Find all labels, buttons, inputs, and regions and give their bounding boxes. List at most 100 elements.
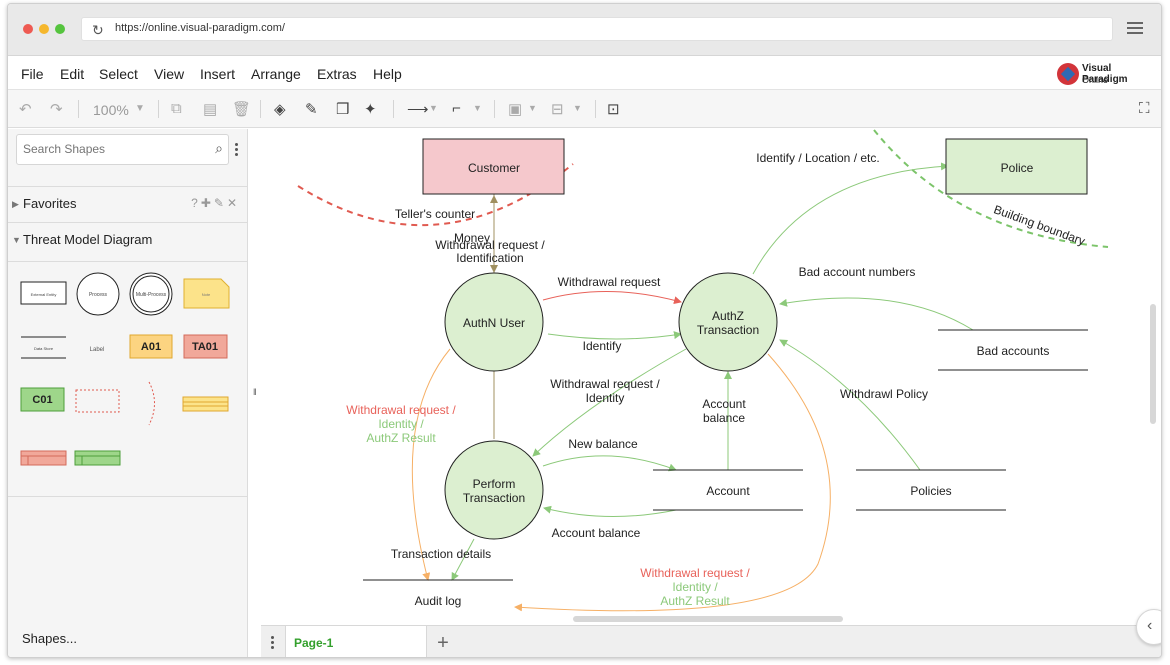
diagram-canvas[interactable]: Customer Police AuthN User AuthZ Transac… bbox=[261, 129, 1161, 625]
store-bad-accounts[interactable]: Bad accounts bbox=[938, 329, 1088, 371]
svg-text:Transaction: Transaction bbox=[463, 491, 525, 505]
process-authz-transaction[interactable]: AuthZ Transaction bbox=[678, 272, 778, 372]
fill-color-icon[interactable]: ◈ bbox=[274, 100, 286, 118]
redo-icon[interactable]: ↷ bbox=[50, 100, 63, 118]
palette-c01[interactable]: C01 bbox=[20, 387, 65, 412]
zoom-dropdown-icon[interactable]: ▼ bbox=[135, 103, 145, 114]
menu-help[interactable]: Help bbox=[373, 66, 402, 82]
label-withdrawal-identification-2: Identification bbox=[456, 251, 523, 265]
label-withdrawal-identification-1: Withdrawal request / bbox=[435, 238, 545, 252]
line-color-icon[interactable]: ✎ bbox=[305, 100, 318, 118]
flow-police bbox=[752, 162, 949, 275]
menu-view[interactable]: View bbox=[154, 66, 184, 82]
shapes-sidebar: ⌕ ▶ Favorites ?✚✎✕ ▼ Threat Model Diagra… bbox=[8, 129, 248, 657]
browser-titlebar: ↻ https://online.visual-paradigm.com/ bbox=[8, 4, 1161, 56]
browser-window: ↻ https://online.visual-paradigm.com/ Fi… bbox=[7, 3, 1162, 658]
label-left-withdrawal-1: Withdrawal request / bbox=[346, 403, 456, 417]
logo-mark-icon bbox=[1057, 63, 1079, 85]
palette-green-table[interactable] bbox=[74, 450, 121, 466]
chevron-down-icon: ▼ bbox=[12, 235, 21, 245]
menu-edit[interactable]: Edit bbox=[60, 66, 84, 82]
palette-label[interactable]: Label bbox=[90, 347, 105, 353]
paste-icon[interactable]: ▤ bbox=[203, 100, 217, 118]
copy-icon[interactable]: ⧉ bbox=[171, 100, 182, 117]
undo-icon[interactable]: ↶ bbox=[19, 100, 32, 118]
waypoint-dropdown-icon[interactable]: ▼ bbox=[473, 103, 482, 113]
search-input[interactable] bbox=[23, 142, 203, 156]
more-shapes-link[interactable]: Shapes... bbox=[22, 631, 77, 646]
fullscreen-icon[interactable]: ⛶ bbox=[1139, 100, 1150, 117]
close-window-button[interactable] bbox=[23, 24, 33, 34]
shadow-icon[interactable]: ❒ bbox=[336, 100, 349, 118]
palette-external-entity[interactable]: External Entity bbox=[20, 281, 67, 305]
entity-police[interactable]: Police bbox=[945, 138, 1088, 195]
menu-select[interactable]: Select bbox=[99, 66, 138, 82]
entity-customer[interactable]: Customer bbox=[422, 138, 565, 195]
palette-ta01[interactable]: TA01 bbox=[183, 334, 228, 359]
label-building-boundary: Building boundary bbox=[992, 202, 1087, 248]
store-account[interactable]: Account bbox=[653, 469, 803, 511]
select-all-icon[interactable]: ⊡ bbox=[607, 100, 620, 118]
visual-paradigm-logo: Visual Paradigm Online bbox=[1057, 62, 1155, 88]
svg-text:AuthN User: AuthN User bbox=[463, 316, 525, 330]
palette-trust-boundary-box[interactable] bbox=[75, 389, 120, 413]
tab-page-1[interactable]: Page-1 bbox=[285, 626, 427, 657]
chevron-right-icon: ▶ bbox=[12, 199, 19, 209]
toolbar: ↶ ↷ 100% ▼ ⧉ ▤ 🗑 ◈ ✎ ❒ ✦ ⟶ ▼ ⌐ ▼ ▣ ▼ ⊟ ▼… bbox=[8, 90, 1161, 128]
reload-icon[interactable]: ↻ bbox=[92, 22, 104, 39]
threat-model-section[interactable]: ▼ Threat Model Diagram bbox=[8, 222, 248, 258]
page-options-icon[interactable] bbox=[271, 636, 274, 651]
maximize-window-button[interactable] bbox=[55, 24, 65, 34]
add-page-button[interactable]: + bbox=[429, 628, 457, 657]
favorites-section[interactable]: ▶ Favorites ?✚✎✕ bbox=[8, 186, 248, 222]
palette-process[interactable]: Process bbox=[76, 272, 120, 316]
flow-account-balance bbox=[543, 505, 677, 517]
order-dropdown-icon[interactable]: ▼ bbox=[528, 103, 537, 113]
favorites-actions-icons[interactable]: ?✚✎✕ bbox=[191, 196, 240, 210]
svg-text:Transaction: Transaction bbox=[697, 323, 759, 337]
palette-a01[interactable]: A01 bbox=[129, 334, 173, 359]
search-icon[interactable]: ⌕ bbox=[215, 140, 223, 157]
menu-extras[interactable]: Extras bbox=[317, 66, 357, 82]
threat-model-diagram: Customer Police AuthN User AuthZ Transac… bbox=[297, 129, 1109, 612]
minimize-window-button[interactable] bbox=[39, 24, 49, 34]
palette-red-table[interactable] bbox=[20, 450, 67, 466]
connector-style-icon[interactable]: ⟶ bbox=[407, 100, 429, 118]
store-policies[interactable]: Policies bbox=[856, 469, 1006, 511]
svg-text:Data Store: Data Store bbox=[34, 346, 54, 351]
label-withdrawl-policy: Withdrawl Policy bbox=[840, 387, 928, 401]
sidebar-options-icon[interactable] bbox=[235, 143, 238, 158]
arrange-order-icon[interactable]: ▣ bbox=[508, 100, 522, 118]
palette-note[interactable]: Note bbox=[183, 278, 230, 309]
flow-withdrawl-policy bbox=[779, 339, 921, 471]
browser-menu-icon[interactable] bbox=[1127, 22, 1143, 37]
address-bar[interactable]: ↻ https://online.visual-paradigm.com/ bbox=[81, 17, 1113, 41]
menu-file[interactable]: File bbox=[21, 66, 44, 82]
store-audit-log[interactable]: Audit log bbox=[363, 579, 513, 608]
palette-yellow-table[interactable] bbox=[182, 396, 229, 412]
vertical-scrollbar[interactable] bbox=[1150, 304, 1156, 424]
horizontal-scrollbar[interactable] bbox=[573, 616, 843, 622]
waypoint-style-icon[interactable]: ⌐ bbox=[452, 100, 461, 117]
palette-data-store[interactable]: Data Store bbox=[21, 336, 66, 359]
zoom-level[interactable]: 100% bbox=[93, 102, 129, 118]
process-perform-transaction[interactable]: Perform Transaction bbox=[444, 440, 544, 540]
menu-arrange[interactable]: Arrange bbox=[251, 66, 301, 82]
delete-icon[interactable]: 🗑 bbox=[232, 100, 251, 118]
label-withdrawal-identity-1: Withdrawal request / bbox=[550, 377, 660, 391]
svg-text:TA01: TA01 bbox=[192, 341, 218, 353]
menu-insert[interactable]: Insert bbox=[200, 66, 235, 82]
connector-dropdown-icon[interactable]: ▼ bbox=[429, 103, 438, 113]
process-authn-user[interactable]: AuthN User bbox=[444, 272, 544, 372]
palette-trust-boundary-arc[interactable] bbox=[148, 381, 155, 426]
align-dropdown-icon[interactable]: ▼ bbox=[573, 103, 582, 113]
sidebar-resize-handle[interactable]: ‖ bbox=[253, 387, 257, 397]
svg-text:C01: C01 bbox=[32, 394, 52, 406]
align-icon[interactable]: ⊟ bbox=[551, 100, 564, 118]
svg-text:External Entity: External Entity bbox=[31, 292, 57, 297]
label-bad-account-numbers: Bad account numbers bbox=[799, 265, 916, 279]
palette-multi-process[interactable]: Multi-Process bbox=[129, 272, 173, 316]
label-identify-location: Identify / Location / etc. bbox=[756, 151, 879, 165]
favorites-title: Favorites bbox=[23, 196, 77, 211]
format-painter-icon[interactable]: ✦ bbox=[364, 100, 377, 118]
